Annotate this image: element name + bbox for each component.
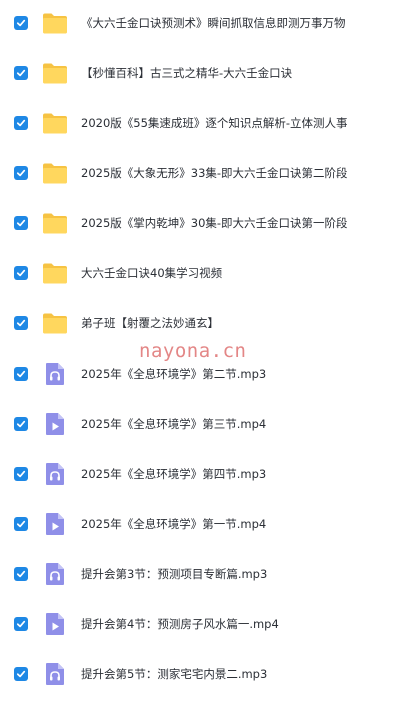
checkbox[interactable] [14,66,28,80]
video-file-icon [42,412,68,436]
file-name[interactable]: 提升会第3节：预测项目专断篇.mp3 [81,567,267,581]
checkmark-icon [16,520,26,528]
file-name[interactable]: 弟子班【射覆之法妙通玄】 [81,316,219,330]
folder-icon [42,311,68,335]
checkbox[interactable] [14,417,28,431]
checkmark-icon [16,470,26,478]
checkmark-icon [16,370,26,378]
file-row[interactable]: 2025版《掌内乾坤》30集-即大六壬金口诀第一阶段 [0,198,409,248]
file-row[interactable]: 2025版《大象无形》33集-即大六壬金口诀第二阶段 [0,148,409,198]
file-row[interactable]: 2025年《全息环境学》第一节.mp4 [0,499,409,549]
checkbox[interactable] [14,316,28,330]
file-row[interactable]: 《大六壬金口诀预测术》瞬间抓取信息即测万事万物 [0,0,409,48]
file-name[interactable]: 《大六壬金口诀预测术》瞬间抓取信息即测万事万物 [81,16,346,30]
file-name[interactable]: 2025年《全息环境学》第二节.mp3 [81,367,266,381]
audio-file-icon [42,462,68,486]
file-name[interactable]: 2020版《55集速成班》逐个知识点解析-立体测人事 [81,116,348,130]
checkbox[interactable] [14,517,28,531]
folder-icon [42,211,68,235]
folder-icon [42,11,68,35]
file-name[interactable]: 2025年《全息环境学》第四节.mp3 [81,467,266,481]
video-file-icon [42,512,68,536]
checkmark-icon [16,69,26,77]
checkbox[interactable] [14,617,28,631]
file-row[interactable]: 2020版《55集速成班》逐个知识点解析-立体测人事 [0,98,409,148]
checkbox[interactable] [14,166,28,180]
file-name[interactable]: 提升会第5节：测家宅宅内景二.mp3 [81,667,267,681]
checkbox[interactable] [14,116,28,130]
watermark: nayona.cn [139,340,247,362]
file-row[interactable]: 2025年《全息环境学》第三节.mp4 [0,399,409,449]
file-name[interactable]: 2025年《全息环境学》第一节.mp4 [81,517,266,531]
file-name[interactable]: 提升会第4节：预测房子风水篇一.mp4 [81,617,279,631]
file-name[interactable]: 2025版《大象无形》33集-即大六壬金口诀第二阶段 [81,166,348,180]
file-name[interactable]: 【秒懂百科】古三式之精华-大六壬金口诀 [81,66,292,80]
folder-icon [42,111,68,135]
folder-icon [42,161,68,185]
checkbox[interactable] [14,467,28,481]
video-file-icon [42,612,68,636]
audio-file-icon [42,662,68,686]
checkmark-icon [16,420,26,428]
checkmark-icon [16,570,26,578]
checkmark-icon [16,319,26,327]
checkbox[interactable] [14,667,28,681]
folder-icon [42,261,68,285]
checkbox[interactable] [14,567,28,581]
checkbox[interactable] [14,367,28,381]
checkbox[interactable] [14,266,28,280]
file-row[interactable]: 2025年《全息环境学》第四节.mp3 [0,449,409,499]
checkmark-icon [16,269,26,277]
folder-icon [42,61,68,85]
file-name[interactable]: 大六壬金口诀40集学习视频 [81,266,222,280]
checkmark-icon [16,670,26,678]
checkmark-icon [16,19,26,27]
file-row[interactable]: 提升会第3节：预测项目专断篇.mp3 [0,549,409,599]
file-row[interactable]: 【秒懂百科】古三式之精华-大六壬金口诀 [0,48,409,98]
checkmark-icon [16,219,26,227]
file-row[interactable]: 提升会第5节：测家宅宅内景二.mp3 [0,649,409,699]
file-row[interactable]: 提升会第4节：预测房子风水篇一.mp4 [0,599,409,649]
checkbox[interactable] [14,216,28,230]
file-name[interactable]: 2025年《全息环境学》第三节.mp4 [81,417,266,431]
audio-file-icon [42,562,68,586]
checkmark-icon [16,620,26,628]
audio-file-icon [42,362,68,386]
checkmark-icon [16,119,26,127]
file-name[interactable]: 2025版《掌内乾坤》30集-即大六壬金口诀第一阶段 [81,216,348,230]
checkmark-icon [16,169,26,177]
checkbox[interactable] [14,16,28,30]
file-row[interactable]: 大六壬金口诀40集学习视频 [0,248,409,298]
